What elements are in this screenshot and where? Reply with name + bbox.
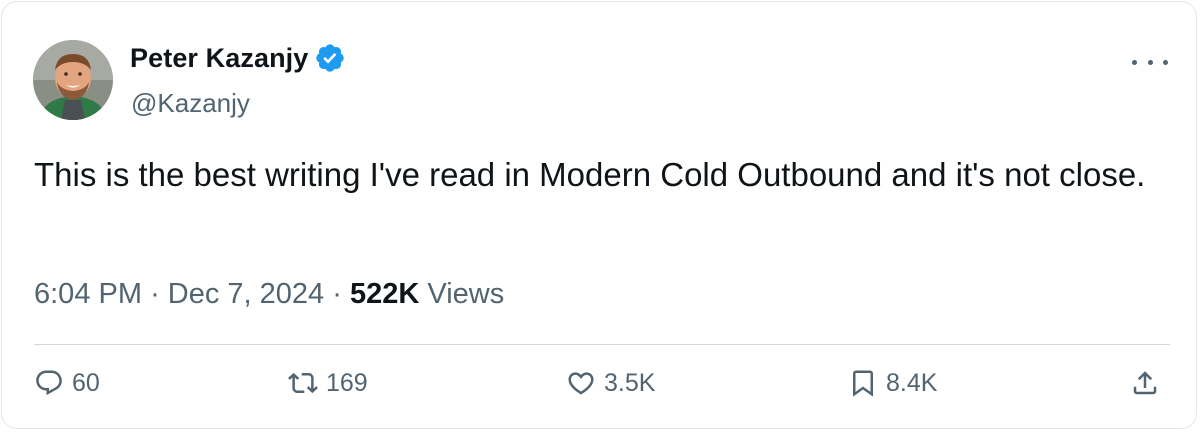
bookmark-count: 8.4K [886, 368, 938, 397]
bookmark-icon [853, 370, 873, 397]
views-count: 522K [349, 278, 420, 310]
author-name[interactable]: Peter Kazanjy [130, 43, 308, 74]
tweet-meta: 6:04 PM · Dec 7, 2024 · 522K Views [34, 278, 504, 311]
profile-photo-icon [33, 40, 113, 120]
reply-count: 60 [72, 368, 100, 397]
tweet-time[interactable]: 6:04 PM [34, 278, 142, 310]
tweet-text: This is the best writing I've read in Mo… [34, 156, 1146, 193]
like-button[interactable]: 3.5K [566, 364, 655, 402]
views-label: Views [427, 278, 505, 310]
repost-icon [288, 372, 318, 394]
reply-button[interactable]: 60 [34, 364, 100, 402]
like-count: 3.5K [604, 368, 656, 397]
verified-badge-icon [314, 42, 346, 74]
meta-separator: · [150, 278, 160, 310]
avatar[interactable] [33, 40, 113, 120]
author-name-row: Peter Kazanjy [130, 40, 346, 76]
bookmark-button[interactable]: 8.4K [848, 364, 937, 402]
meta-separator: · [332, 278, 342, 310]
repost-button[interactable]: 169 [288, 364, 368, 402]
divider [34, 344, 1170, 345]
reply-icon [36, 370, 62, 396]
repost-count: 169 [326, 368, 368, 397]
share-button[interactable] [1130, 364, 1168, 402]
more-options-icon[interactable] [1132, 50, 1168, 74]
tweet-card: Peter Kazanjy @Kazanjy This is the best … [1, 1, 1197, 429]
share-icon [1133, 371, 1157, 395]
like-icon [568, 372, 594, 395]
author-handle[interactable]: @Kazanjy [131, 88, 250, 119]
tweet-date[interactable]: Dec 7, 2024 [168, 278, 324, 310]
